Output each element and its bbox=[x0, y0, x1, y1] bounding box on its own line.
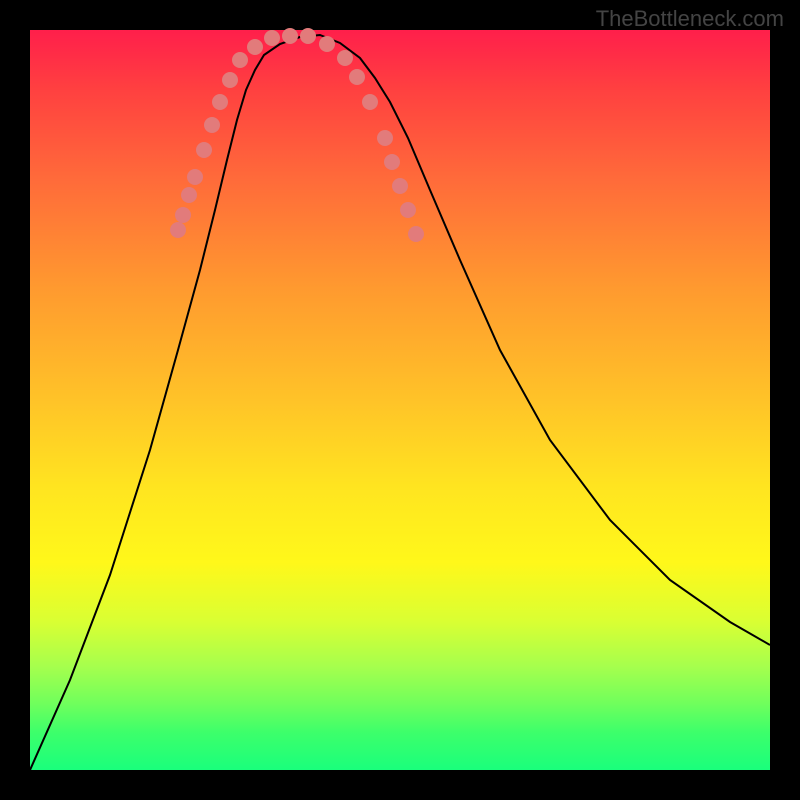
data-dot bbox=[377, 130, 393, 146]
data-dot bbox=[187, 169, 203, 185]
data-dot bbox=[212, 94, 228, 110]
data-dot bbox=[181, 187, 197, 203]
data-dot bbox=[170, 222, 186, 238]
bottleneck-curve-path bbox=[30, 35, 770, 770]
data-dot bbox=[408, 226, 424, 242]
data-dot bbox=[282, 28, 298, 44]
chart-plot-area bbox=[30, 30, 770, 770]
data-dot bbox=[384, 154, 400, 170]
data-dot bbox=[319, 36, 335, 52]
data-dot bbox=[196, 142, 212, 158]
data-dot bbox=[222, 72, 238, 88]
data-dot bbox=[400, 202, 416, 218]
data-dot bbox=[349, 69, 365, 85]
data-dot bbox=[204, 117, 220, 133]
data-dot bbox=[247, 39, 263, 55]
bottleneck-curve-svg bbox=[30, 30, 770, 770]
data-dot bbox=[337, 50, 353, 66]
data-dot bbox=[175, 207, 191, 223]
data-dot bbox=[264, 30, 280, 46]
data-dot bbox=[362, 94, 378, 110]
data-dot bbox=[232, 52, 248, 68]
data-dot bbox=[300, 28, 316, 44]
watermark-text: TheBottleneck.com bbox=[596, 6, 784, 32]
data-dot bbox=[392, 178, 408, 194]
